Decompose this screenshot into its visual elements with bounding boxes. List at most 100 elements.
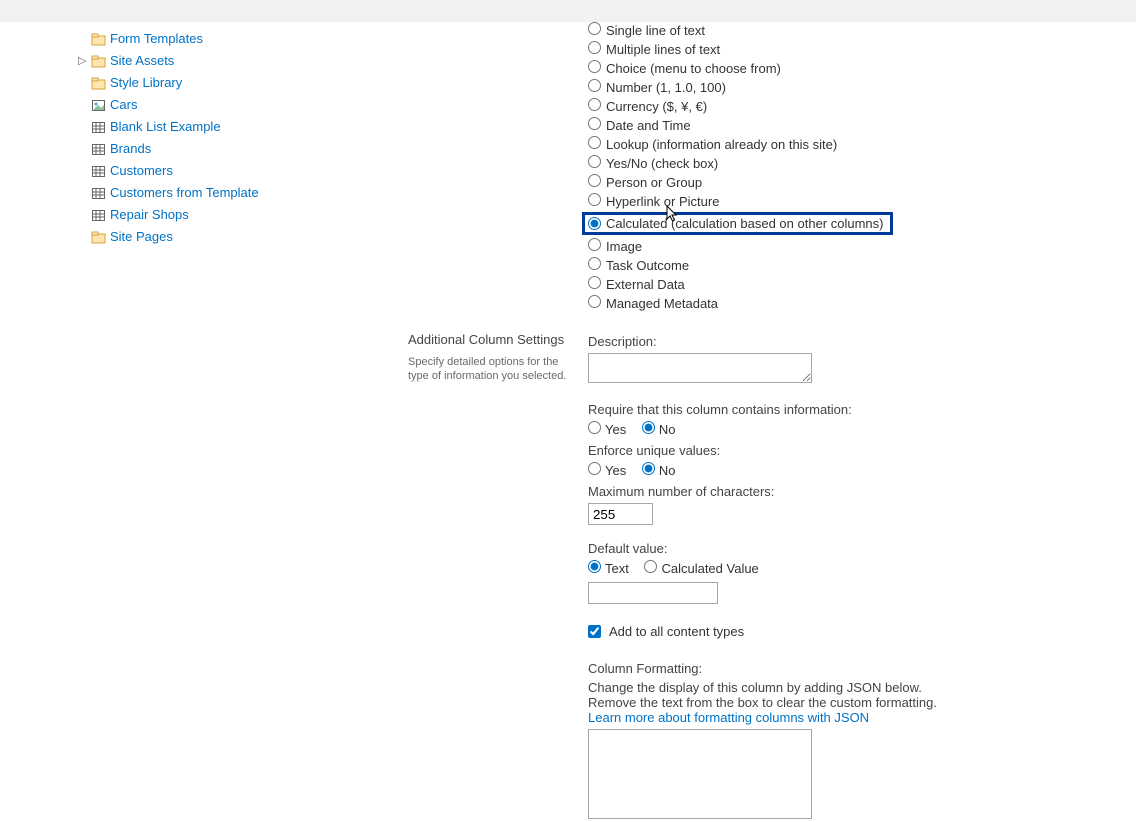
formatting-note2: Remove the text from the box to clear th… [588, 695, 1136, 710]
nav-link[interactable]: Brands [110, 140, 151, 158]
column-type-option[interactable]: Image [588, 238, 1136, 257]
nav-item-cars[interactable]: Cars [78, 94, 408, 116]
label-description: Description: [588, 334, 1136, 349]
column-type-radio[interactable] [588, 276, 601, 289]
list-icon [92, 209, 106, 222]
nav-item-brands[interactable]: Brands [78, 138, 408, 160]
site-nav-sidebar: Form Templates ▷ Site Assets Style Libra… [0, 22, 408, 822]
column-type-radio[interactable] [588, 60, 601, 73]
folder-icon [92, 55, 106, 68]
label-formatting: Column Formatting: [588, 661, 1136, 676]
unique-no[interactable]: No [642, 463, 676, 478]
column-type-option[interactable]: Multiple lines of text [588, 41, 1136, 60]
column-type-option[interactable]: Person or Group [588, 174, 1136, 193]
column-type-label: Currency ($, ¥, €) [606, 99, 707, 114]
column-type-radio[interactable] [588, 41, 601, 54]
label-maxchars: Maximum number of characters: [588, 484, 1136, 499]
column-type-label: Calculated (calculation based on other c… [606, 216, 884, 231]
column-type-option[interactable]: Date and Time [588, 117, 1136, 136]
label-default: Default value: [588, 541, 1136, 556]
column-type-option[interactable]: Lookup (information already on this site… [588, 136, 1136, 155]
folder-icon [92, 33, 106, 46]
mouse-cursor-icon [666, 205, 680, 223]
list-icon [92, 143, 106, 156]
formatting-help-link[interactable]: Learn more about formatting columns with… [588, 710, 869, 725]
top-ribbon-gap [0, 0, 1136, 22]
column-type-option[interactable]: Currency ($, ¥, €) [588, 98, 1136, 117]
column-type-option[interactable]: Single line of text [588, 22, 1136, 41]
folder-icon [92, 77, 106, 90]
column-type-label: Managed Metadata [606, 296, 718, 311]
column-type-radio[interactable] [588, 117, 601, 130]
nav-tree: Form Templates ▷ Site Assets Style Libra… [78, 28, 408, 248]
description-input[interactable] [588, 353, 812, 383]
default-radio-group: Text Calculated Value [588, 560, 1136, 576]
column-type-radio[interactable] [588, 295, 601, 308]
column-type-option[interactable]: Number (1, 1.0, 100) [588, 79, 1136, 98]
column-type-label: Number (1, 1.0, 100) [606, 80, 726, 95]
label-add-to-ct: Add to all content types [609, 624, 744, 639]
nav-item-customers[interactable]: Customers [78, 160, 408, 182]
nav-item-style-library[interactable]: Style Library [78, 72, 408, 94]
unique-yes[interactable]: Yes [588, 463, 626, 478]
nav-item-repair-shops[interactable]: Repair Shops [78, 204, 408, 226]
nav-item-form-templates[interactable]: Form Templates [78, 28, 408, 50]
column-type-option[interactable]: External Data [588, 276, 1136, 295]
nav-link[interactable]: Blank List Example [110, 118, 221, 136]
column-type-radio[interactable] [588, 98, 601, 111]
column-type-label: Date and Time [606, 118, 691, 133]
column-type-label: Yes/No (check box) [606, 156, 718, 171]
require-radio-group: Yes No [588, 421, 1136, 437]
formatting-note1: Change the display of this column by add… [588, 680, 1136, 695]
formatting-json-input[interactable] [588, 729, 812, 819]
column-type-option[interactable]: Managed Metadata [588, 295, 1136, 314]
list-icon [92, 187, 106, 200]
section-title-additional: Additional Column Settings [408, 332, 576, 347]
nav-link[interactable]: Site Pages [110, 228, 173, 246]
column-type-radio[interactable] [588, 155, 601, 168]
require-yes[interactable]: Yes [588, 422, 626, 437]
nav-link[interactable]: Cars [110, 96, 137, 114]
require-no[interactable]: No [642, 422, 676, 437]
nav-link[interactable]: Style Library [110, 74, 182, 92]
section-desc-additional: Specify detailed options for the type of… [408, 355, 576, 383]
folder-icon [92, 231, 106, 244]
nav-link[interactable]: Site Assets [110, 52, 174, 70]
nav-link[interactable]: Customers from Template [110, 184, 259, 202]
default-value-input[interactable] [588, 582, 718, 604]
column-type-label: Hyperlink or Picture [606, 194, 719, 209]
default-calc[interactable]: Calculated Value [644, 561, 758, 576]
column-type-option[interactable]: Choice (menu to choose from) [588, 60, 1136, 79]
column-type-radio[interactable] [588, 79, 601, 92]
default-text[interactable]: Text [588, 561, 629, 576]
main-content: Single line of text Multiple lines of tex… [408, 22, 1136, 822]
column-type-radio[interactable] [588, 22, 601, 35]
picture-icon [92, 99, 106, 112]
column-type-radio[interactable] [588, 136, 601, 149]
column-type-option[interactable]: Task Outcome [588, 257, 1136, 276]
column-type-radio[interactable] [588, 257, 601, 270]
nav-link[interactable]: Repair Shops [110, 206, 189, 224]
expand-icon[interactable]: ▷ [78, 52, 90, 70]
nav-link[interactable]: Form Templates [110, 30, 203, 48]
column-type-label: Single line of text [606, 23, 705, 38]
add-to-content-types-checkbox[interactable] [588, 625, 601, 638]
column-type-radio[interactable] [588, 217, 601, 230]
maxchars-input[interactable] [588, 503, 653, 525]
label-require: Require that this column contains inform… [588, 402, 1136, 417]
nav-link[interactable]: Customers [110, 162, 173, 180]
nav-item-blank-list[interactable]: Blank List Example [78, 116, 408, 138]
column-type-label: Choice (menu to choose from) [606, 61, 781, 76]
nav-item-customers-template[interactable]: Customers from Template [78, 182, 408, 204]
nav-item-site-assets[interactable]: ▷ Site Assets [78, 50, 408, 72]
column-type-radio[interactable] [588, 238, 601, 251]
column-type-option[interactable]: Yes/No (check box) [588, 155, 1136, 174]
label-unique: Enforce unique values: [588, 443, 1136, 458]
nav-item-site-pages[interactable]: Site Pages [78, 226, 408, 248]
list-icon [92, 121, 106, 134]
column-type-radio[interactable] [588, 193, 601, 206]
column-type-radio[interactable] [588, 174, 601, 187]
column-type-label: Person or Group [606, 175, 702, 190]
list-icon [92, 165, 106, 178]
column-type-radio-list: Single line of text Multiple lines of tex… [588, 22, 1136, 314]
